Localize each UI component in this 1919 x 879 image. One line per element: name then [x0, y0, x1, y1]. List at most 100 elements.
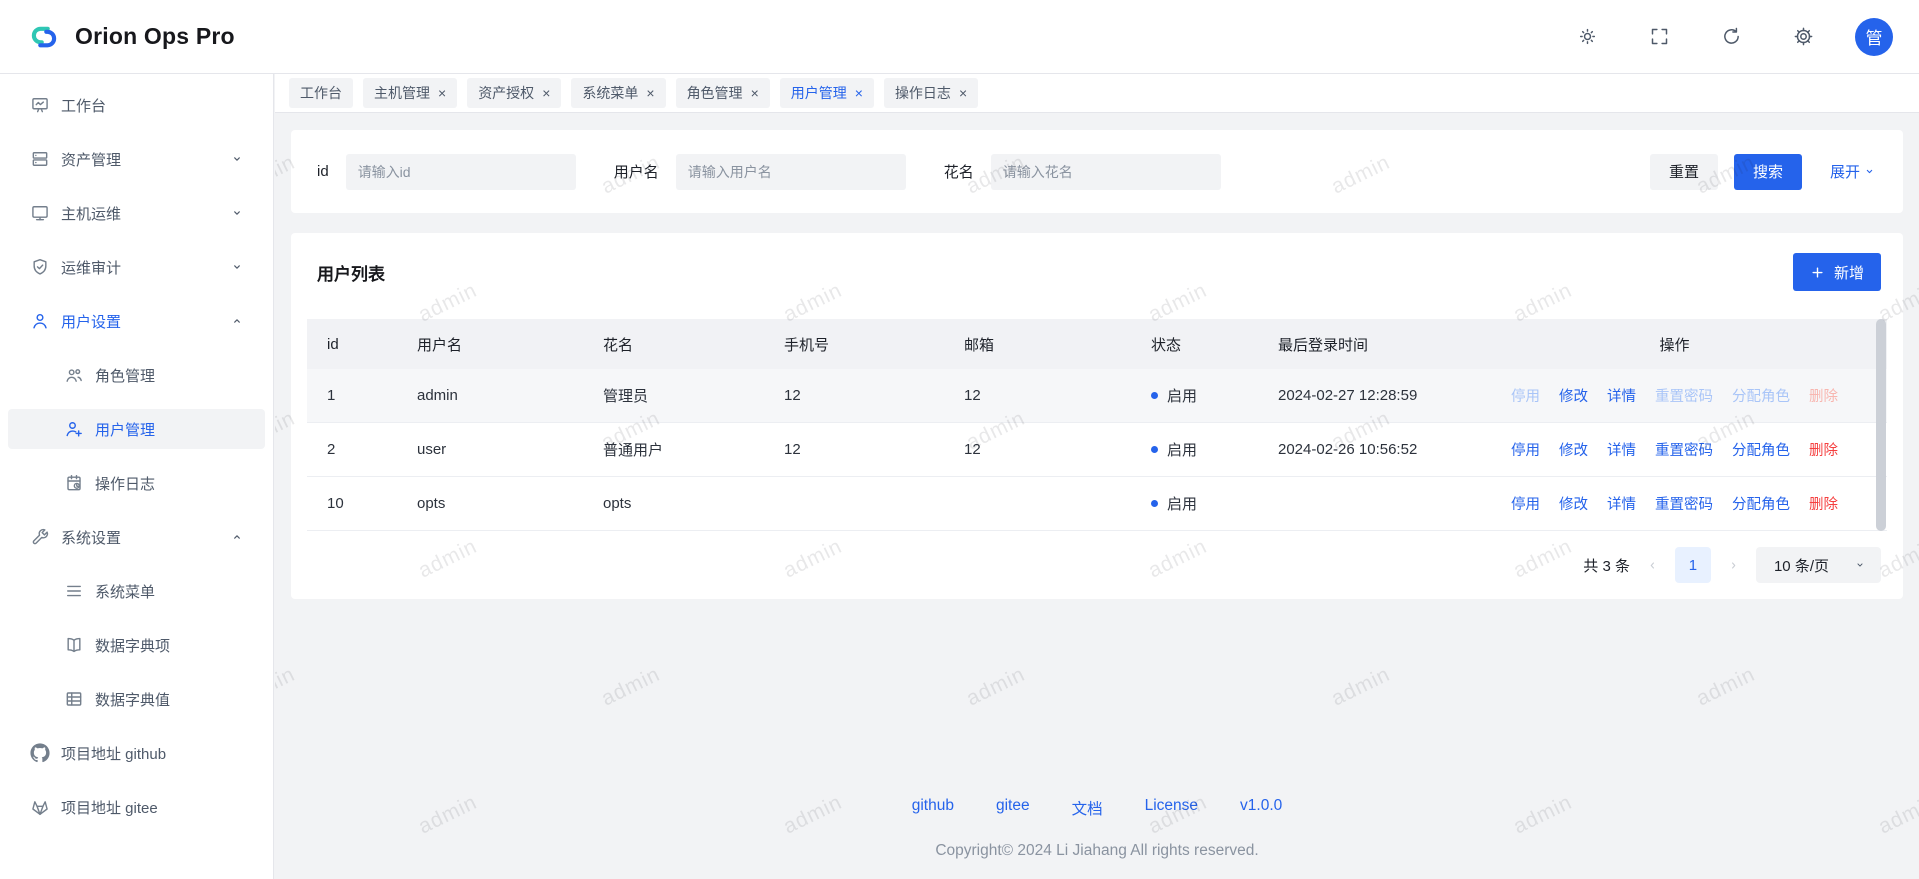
pagination-page-1[interactable]: 1: [1675, 547, 1711, 583]
table-row: 2user普通用户1212启用2024-02-26 10:56:52停用修改详情…: [307, 423, 1887, 477]
user-avatar[interactable]: 管: [1855, 18, 1893, 56]
refresh-button[interactable]: [1711, 17, 1751, 57]
tab-label: 用户管理: [791, 83, 847, 103]
footer-link[interactable]: github: [912, 797, 954, 819]
action-detail-link[interactable]: 详情: [1607, 493, 1636, 514]
chevron-down-icon: [1862, 164, 1877, 179]
action-edit-link[interactable]: 修改: [1559, 493, 1588, 514]
action-reset-password-link[interactable]: 重置密码: [1655, 439, 1713, 460]
expand-label: 展开: [1830, 161, 1860, 182]
sidebar-item-dict-values[interactable]: 数据字典值: [8, 679, 265, 719]
footer-link[interactable]: gitee: [996, 797, 1030, 819]
sidebar-item-user-settings[interactable]: 用户设置: [8, 301, 265, 341]
id-cell: 2: [307, 441, 397, 458]
search-button[interactable]: 搜索: [1734, 154, 1802, 190]
sidebar-item-user-management[interactable]: 用户管理: [8, 409, 265, 449]
sidebar-item-role-management[interactable]: 角色管理: [8, 355, 265, 395]
search-field-id: id: [317, 154, 576, 190]
sidebar-item-label: 用户设置: [61, 311, 121, 332]
footer-link[interactable]: v1.0.0: [1240, 797, 1282, 819]
tab-close-icon[interactable]: ×: [751, 86, 759, 100]
sidebar-item-gitee[interactable]: 项目地址 gitee: [8, 787, 265, 827]
status-label: 启用: [1167, 493, 1197, 514]
sidebar-item-operation-log[interactable]: 操作日志: [8, 463, 265, 503]
sidebar-item-workbench[interactable]: 工作台: [8, 85, 265, 125]
pagination-next-icon[interactable]: [1726, 558, 1741, 573]
copyright-text: Copyright© 2024 Li Jiahang All rights re…: [291, 842, 1903, 860]
tab-close-icon[interactable]: ×: [438, 86, 446, 100]
status-badge: 启用: [1131, 385, 1258, 406]
last-login-cell: 2024-02-26 10:56:52: [1258, 441, 1488, 458]
chevron-down-icon: [229, 205, 245, 221]
username-input[interactable]: [676, 154, 906, 190]
tab-close-icon[interactable]: ×: [646, 86, 654, 100]
tab-system-menu[interactable]: 系统菜单×: [571, 78, 665, 108]
settings-button[interactable]: [1783, 17, 1823, 57]
id-input[interactable]: [346, 154, 576, 190]
expand-toggle[interactable]: 展开: [1830, 161, 1877, 182]
add-user-button[interactable]: 新增: [1793, 253, 1881, 291]
fullscreen-icon: [1649, 26, 1670, 47]
action-delete-link[interactable]: 删除: [1809, 493, 1838, 514]
card-title: 用户列表: [317, 260, 385, 285]
chevron-up-icon: [229, 313, 245, 329]
action-assign-role-link[interactable]: 分配角色: [1732, 493, 1790, 514]
email-cell: 12: [944, 441, 1131, 458]
column-header: 最后登录时间: [1258, 334, 1488, 355]
table-scrollbar[interactable]: [1876, 319, 1886, 531]
status-badge: 启用: [1131, 439, 1258, 460]
chevron-down-icon: [229, 259, 245, 275]
pagination: 共 3 条 1 10 条/页: [307, 547, 1887, 583]
chevron-right-icon: [1726, 558, 1741, 573]
action-disable-link[interactable]: 停用: [1511, 493, 1540, 514]
sidebar-item-system-menu[interactable]: 系统菜单: [8, 571, 265, 611]
gear-icon: [1793, 26, 1814, 47]
tab-operation-log[interactable]: 操作日志×: [884, 78, 978, 108]
sidebar-item-host-ops[interactable]: 主机运维: [8, 193, 265, 233]
sidebar-item-github[interactable]: 项目地址 github: [8, 733, 265, 773]
sidebar-item-system-settings[interactable]: 系统设置: [8, 517, 265, 557]
username-cell: opts: [397, 495, 583, 512]
action-reset-password-link[interactable]: 重置密码: [1655, 493, 1713, 514]
dict-table-icon: [64, 689, 84, 709]
action-delete-link[interactable]: 删除: [1809, 439, 1838, 460]
action-assign-role-link[interactable]: 分配角色: [1732, 439, 1790, 460]
tab-close-icon[interactable]: ×: [959, 86, 967, 100]
tab-close-icon[interactable]: ×: [855, 86, 863, 100]
tab-user-management[interactable]: 用户管理 ×: [780, 78, 874, 108]
sidebar-item-label: 数据字典项: [95, 635, 170, 656]
reset-button[interactable]: 重置: [1650, 154, 1718, 190]
page-size-select[interactable]: 10 条/页: [1756, 547, 1881, 583]
id-cell: 10: [307, 495, 397, 512]
footer-link[interactable]: License: [1145, 797, 1198, 819]
action-detail-link[interactable]: 详情: [1607, 385, 1636, 406]
column-header: 用户名: [397, 334, 583, 355]
username-cell: user: [397, 441, 583, 458]
brand: Orion Ops Pro: [26, 19, 235, 55]
action-edit-link[interactable]: 修改: [1559, 385, 1588, 406]
chevron-up-icon: [229, 529, 245, 545]
row-actions: 停用修改详情重置密码分配角色删除: [1488, 385, 1887, 406]
tab-close-icon[interactable]: ×: [542, 86, 550, 100]
tab-workbench[interactable]: 工作台: [289, 78, 353, 108]
footer-link[interactable]: 文档: [1072, 797, 1103, 819]
action-assign-role-link: 分配角色: [1732, 385, 1790, 406]
sidebar-item-asset-management[interactable]: 资产管理: [8, 139, 265, 179]
table-row: 1admin管理员1212启用2024-02-27 12:28:59停用修改详情…: [307, 369, 1887, 423]
sidebar-item-ops-audit[interactable]: 运维审计: [8, 247, 265, 287]
column-header: 邮箱: [944, 334, 1131, 355]
tab-asset-auth[interactable]: 资产授权×: [467, 78, 561, 108]
action-edit-link[interactable]: 修改: [1559, 439, 1588, 460]
sidebar-item-dict-items[interactable]: 数据字典项: [8, 625, 265, 665]
action-detail-link[interactable]: 详情: [1607, 439, 1636, 460]
pagination-prev-icon[interactable]: [1645, 558, 1660, 573]
sidebar-item-label: 系统菜单: [95, 581, 155, 602]
column-header: 状态: [1131, 334, 1258, 355]
tab-role-management[interactable]: 角色管理×: [676, 78, 770, 108]
theme-toggle-button[interactable]: [1567, 17, 1607, 57]
fullscreen-button[interactable]: [1639, 17, 1679, 57]
tab-host-management[interactable]: 主机管理×: [363, 78, 457, 108]
chevron-down-icon: [1862, 164, 1877, 179]
nickname-input[interactable]: [991, 154, 1221, 190]
action-disable-link[interactable]: 停用: [1511, 439, 1540, 460]
